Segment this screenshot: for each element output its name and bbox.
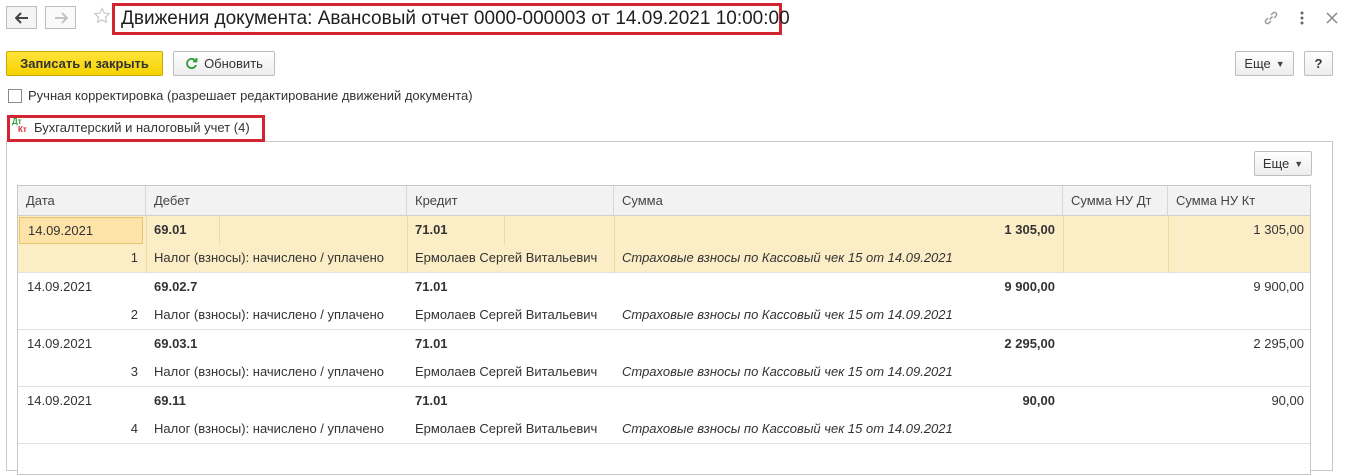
refresh-label: Обновить	[204, 56, 263, 71]
row-debit-sub: Налог (взносы): начислено / уплачено	[154, 364, 384, 379]
row-nu-kt: 2 295,00	[1253, 336, 1304, 351]
row-nu-kt: 9 900,00	[1253, 279, 1304, 294]
help-button[interactable]: ?	[1304, 51, 1333, 76]
table-row[interactable]: 14.09.2021 69.02.7 71.01 9 900,00 9 900,…	[18, 273, 1310, 330]
back-button[interactable]	[6, 6, 37, 29]
tab-accounting-label: Бухгалтерский и налоговый учет (4)	[34, 120, 250, 135]
row-credit-sub: Ермолаев Сергей Витальевич	[415, 364, 598, 379]
more-button[interactable]: Еще ▼	[1235, 51, 1294, 76]
forward-button[interactable]	[45, 6, 76, 29]
panel-more-label: Еще	[1262, 156, 1290, 171]
row-number: 4	[130, 421, 138, 436]
row-sum: 9 900,00	[1004, 279, 1055, 294]
row-debit: 69.01	[154, 222, 187, 237]
row-date[interactable]: 14.09.2021	[19, 217, 143, 244]
link-icon[interactable]	[1262, 9, 1280, 27]
row-credit: 71.01	[415, 336, 448, 351]
more-vertical-icon[interactable]	[1293, 9, 1311, 27]
col-nu-kt[interactable]: Сумма НУ Кт	[1168, 186, 1310, 216]
star-icon[interactable]	[93, 7, 111, 25]
dt-kt-icon-bottom: Кт	[18, 125, 27, 134]
table-row[interactable]: 14.09.2021 69.03.1 71.01 2 295,00 2 295,…	[18, 330, 1310, 387]
manual-edit-label[interactable]: Ручная корректировка (разрешает редактир…	[28, 88, 473, 103]
row-content: Страховые взносы по Кассовый чек 15 от 1…	[622, 307, 953, 322]
forward-arrow-icon	[54, 11, 68, 24]
row-content: Страховые взносы по Кассовый чек 15 от 1…	[622, 364, 953, 379]
row-number: 2	[130, 307, 138, 322]
row-debit-sub: Налог (взносы): начислено / уплачено	[154, 421, 384, 436]
more-label: Еще	[1244, 56, 1271, 71]
refresh-icon	[185, 57, 198, 70]
row-date: 14.09.2021	[27, 393, 93, 408]
row-debit: 69.02.7	[154, 279, 198, 294]
save-and-close-label: Записать и закрыть	[20, 56, 149, 71]
row-debit: 69.03.1	[154, 336, 198, 351]
row-number: 3	[130, 364, 138, 379]
col-debit[interactable]: Дебет	[146, 186, 407, 216]
row-sum: 90,00	[1022, 393, 1055, 408]
chevron-down-icon: ▼	[1275, 58, 1285, 69]
help-label: ?	[1314, 56, 1323, 71]
table-header: Дата Дебет Кредит Сумма Сумма НУ Дт Сумм…	[18, 186, 1310, 216]
title-highlight: Движения документа: Авансовый отчет 0000…	[112, 3, 790, 35]
col-nu-dt[interactable]: Сумма НУ Дт	[1063, 186, 1168, 216]
save-and-close-button[interactable]: Записать и закрыть	[6, 51, 163, 76]
row-date: 14.09.2021	[27, 336, 93, 351]
row-content: Страховые взносы по Кассовый чек 15 от 1…	[622, 421, 953, 436]
col-credit[interactable]: Кредит	[407, 186, 614, 216]
row-credit: 71.01	[415, 279, 448, 294]
row-debit-sub: Налог (взносы): начислено / уплачено	[154, 307, 384, 322]
table-row[interactable]: 14.09.2021 69.01 71.01 1 305,00 1 305,00…	[18, 216, 1310, 273]
row-number: 1	[130, 250, 138, 265]
panel-more-button[interactable]: Еще ▼	[1254, 151, 1312, 176]
row-debit: 69.11	[154, 393, 186, 408]
close-icon[interactable]	[1323, 9, 1341, 27]
col-date[interactable]: Дата	[18, 186, 146, 216]
row-credit-sub: Ермолаев Сергей Витальевич	[415, 307, 598, 322]
refresh-button[interactable]: Обновить	[173, 51, 275, 76]
movements-table[interactable]: Дата Дебет Кредит Сумма Сумма НУ Дт Сумм…	[17, 185, 1311, 475]
row-content: Страховые взносы по Кассовый чек 15 от 1…	[622, 250, 953, 265]
row-sum: 1 305,00	[1004, 222, 1055, 237]
row-credit: 71.01	[415, 222, 448, 237]
row-credit-sub: Ермолаев Сергей Витальевич	[415, 421, 598, 436]
manual-edit-checkbox[interactable]	[8, 89, 22, 103]
col-sum[interactable]: Сумма	[614, 186, 1063, 216]
page-title: Движения документа: Авансовый отчет 0000…	[121, 8, 790, 29]
dt-kt-icon: Дт Кт	[12, 118, 30, 136]
chevron-down-icon: ▼	[1294, 158, 1304, 169]
row-debit-sub: Налог (взносы): начислено / уплачено	[154, 250, 384, 265]
row-sum: 2 295,00	[1004, 336, 1055, 351]
back-arrow-icon	[14, 11, 29, 24]
row-nu-kt: 1 305,00	[1253, 222, 1304, 237]
row-credit-sub: Ермолаев Сергей Витальевич	[415, 250, 598, 265]
row-nu-kt: 90,00	[1271, 393, 1304, 408]
table-row[interactable]: 14.09.2021 69.11 71.01 90,00 90,00 4 Нал…	[18, 387, 1310, 444]
row-credit: 71.01	[415, 393, 448, 408]
row-date: 14.09.2021	[27, 279, 93, 294]
